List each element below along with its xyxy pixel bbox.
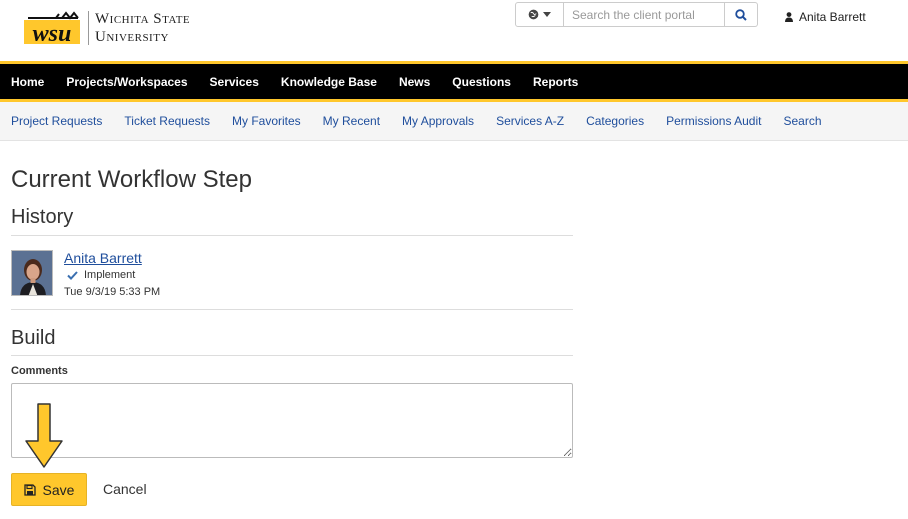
arrow-down-icon (25, 403, 63, 468)
comments-textarea[interactable] (11, 383, 573, 458)
sub-navigation: Project Requests Ticket Requests My Favo… (0, 102, 908, 141)
subnav-my-favorites[interactable]: My Favorites (232, 114, 301, 128)
subnav-services-a-z[interactable]: Services A-Z (496, 114, 564, 128)
user-menu[interactable]: Anita Barrett (785, 10, 866, 24)
history-entry: Anita Barrett Implement Tue 9/3/19 5:33 … (11, 250, 160, 298)
build-heading: Build (11, 327, 56, 349)
svg-text:wsu: wsu (33, 21, 72, 46)
subnav-categories[interactable]: Categories (586, 114, 644, 128)
search-button[interactable] (725, 2, 758, 27)
nav-services[interactable]: Services (210, 75, 259, 89)
build-divider (11, 355, 573, 356)
logo-divider (88, 11, 89, 45)
person-photo-icon (12, 251, 52, 295)
history-entry-divider (11, 309, 573, 310)
subnav-permissions-audit[interactable]: Permissions Audit (666, 114, 761, 128)
history-user-link[interactable]: Anita Barrett (64, 250, 160, 266)
save-button[interactable]: Save (11, 473, 87, 506)
wsu-logo-mark-icon: wsu (24, 11, 80, 46)
search-scope-dropdown[interactable] (515, 2, 564, 27)
logo-wordmark: Wichita State University (95, 10, 190, 46)
history-entry-body: Anita Barrett Implement Tue 9/3/19 5:33 … (64, 250, 160, 298)
user-name: Anita Barrett (799, 10, 866, 24)
cancel-link[interactable]: Cancel (103, 481, 147, 497)
history-action-label: Implement (84, 269, 136, 281)
globe-icon (528, 9, 539, 20)
subnav-project-requests[interactable]: Project Requests (11, 114, 102, 128)
nav-knowledge-base[interactable]: Knowledge Base (281, 75, 377, 89)
caret-down-icon (543, 12, 551, 17)
nav-projects-workspaces[interactable]: Projects/Workspaces (66, 75, 187, 89)
history-heading: History (11, 206, 74, 228)
avatar (11, 250, 53, 296)
history-timestamp: Tue 9/3/19 5:33 PM (64, 286, 161, 298)
subnav-search[interactable]: Search (783, 114, 821, 128)
logo-line-2: University (95, 29, 169, 45)
user-icon (785, 12, 793, 22)
main-navigation: Home Projects/Workspaces Services Knowle… (0, 61, 908, 102)
site-header: wsu Wichita State University Search the … (0, 0, 908, 62)
search-icon (735, 8, 747, 21)
subnav-ticket-requests[interactable]: Ticket Requests (124, 114, 210, 128)
search-input[interactable] (564, 2, 725, 27)
subnav-my-recent[interactable]: My Recent (323, 114, 380, 128)
page-title: Current Workflow Step (11, 166, 252, 193)
subnav-my-approvals[interactable]: My Approvals (402, 114, 474, 128)
floppy-disk-icon (23, 483, 36, 496)
save-button-label: Save (42, 481, 75, 498)
nav-news[interactable]: News (399, 75, 430, 89)
university-logo[interactable]: wsu Wichita State University (22, 10, 190, 46)
portal-search (515, 2, 758, 27)
logo-line-1: Wichita State (95, 11, 191, 27)
history-divider (11, 235, 573, 236)
check-icon (67, 270, 78, 280)
nav-reports[interactable]: Reports (533, 75, 578, 89)
nav-home[interactable]: Home (11, 75, 44, 89)
nav-questions[interactable]: Questions (452, 75, 511, 89)
comments-label: Comments (11, 365, 68, 377)
history-action: Implement (67, 269, 160, 281)
